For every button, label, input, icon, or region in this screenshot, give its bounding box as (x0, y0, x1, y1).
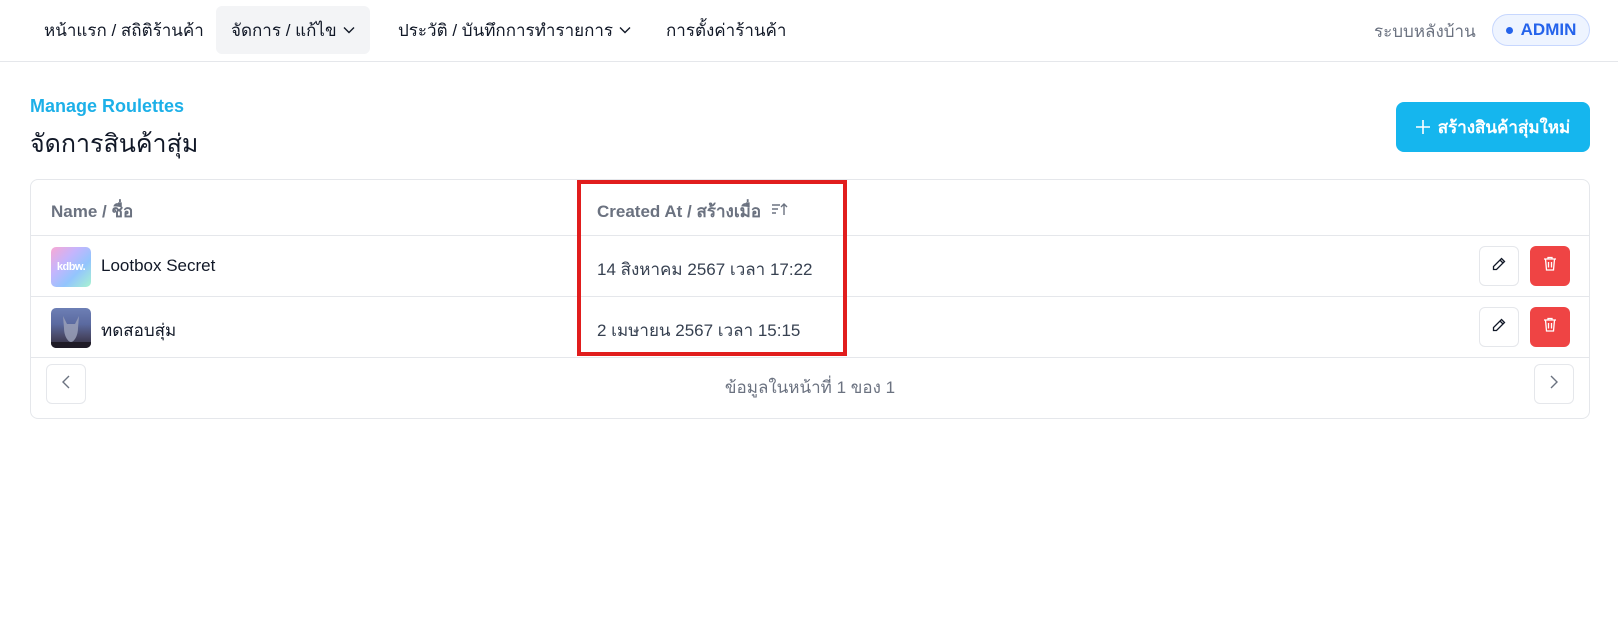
delete-button[interactable] (1530, 307, 1570, 347)
nav-home-stats-label: หน้าแรก / สถิติร้านค้า (44, 20, 204, 40)
status-dot-icon (1505, 26, 1513, 34)
thumbnail-logo-text: kdbw. (56, 261, 86, 273)
chevron-right-icon (1550, 375, 1558, 394)
admin-role-badge[interactable]: ADMIN (1492, 14, 1590, 46)
nav-manage-edit[interactable]: จัดการ / แก้ไข (216, 6, 370, 54)
nav-history-log[interactable]: ประวัติ / บันทึกการทำรายการ (383, 6, 646, 54)
row-name: ทดสอบสุ่ม (101, 321, 177, 340)
column-header-name[interactable]: Name / ชื่อ (51, 198, 133, 225)
trash-icon (1543, 317, 1557, 337)
edit-button[interactable] (1479, 246, 1519, 286)
nav-manage-edit-label: จัดการ / แก้ไข (231, 20, 337, 40)
top-navbar: หน้าแรก / สถิติร้านค้า จัดการ / แก้ไข ปร… (0, 0, 1618, 62)
column-header-name-label: Name / ชื่อ (51, 202, 134, 221)
chevron-down-icon (619, 26, 631, 34)
next-page-button[interactable] (1534, 364, 1574, 404)
admin-role-text: ADMIN (1520, 20, 1577, 39)
nav-history-log-label: ประวัติ / บันทึกการทำรายการ (398, 20, 614, 40)
row-created-at: 2 เมษายน 2567 เวลา 15:15 (597, 321, 801, 340)
trash-icon (1543, 256, 1557, 276)
chevron-down-icon (343, 26, 355, 34)
page-title: จัดการสินค้าสุ่ม (30, 130, 199, 158)
pagination-text: ข้อมูลในหน้าที่ 1 ของ 1 (724, 378, 896, 397)
sort-ascending-icon[interactable] (771, 201, 789, 222)
pencil-icon (1492, 257, 1506, 276)
nav-shop-settings-label: การตั้งค่าร้านค้า (666, 20, 787, 40)
row-thumbnail (51, 308, 91, 348)
edit-button[interactable] (1479, 307, 1519, 347)
column-header-created-at-label: Created At / สร้างเมื่อ (597, 202, 762, 221)
column-header-created-at[interactable]: Created At / สร้างเมื่อ (597, 198, 789, 225)
row-name: Lootbox Secret (101, 256, 216, 275)
nav-home-stats[interactable]: หน้าแรก / สถิติร้านค้า (29, 6, 219, 54)
delete-button[interactable] (1530, 246, 1570, 286)
page-subtitle: Manage Roulettes (30, 96, 185, 116)
create-roulette-button[interactable]: สร้างสินค้าสุ่มใหม่ (1396, 102, 1590, 152)
pagination: ข้อมูลในหน้าที่ 1 ของ 1 (31, 358, 1589, 408)
row-created-at: 14 สิงหาคม 2567 เวลา 17:22 (597, 260, 813, 279)
table-header: Name / ชื่อ Created At / สร้างเมื่อ (31, 180, 1589, 236)
nav-shop-settings[interactable]: การตั้งค่าร้านค้า (651, 6, 801, 54)
table-row[interactable]: kdbw. Lootbox Secret 14 สิงหาคม 2567 เวล… (31, 236, 1589, 297)
pencil-icon (1492, 318, 1506, 337)
plus-icon (1415, 116, 1430, 138)
create-roulette-label: สร้างสินค้าสุ่มใหม่ (1437, 117, 1571, 137)
row-thumbnail: kdbw. (51, 247, 91, 287)
roulettes-table: Name / ชื่อ Created At / สร้างเมื่อ kdbw… (30, 179, 1590, 419)
table-row[interactable]: ทดสอบสุ่ม 2 เมษายน 2567 เวลา 15:15 (31, 297, 1589, 358)
backend-label: ระบบหลังบ้าน (1374, 22, 1476, 41)
